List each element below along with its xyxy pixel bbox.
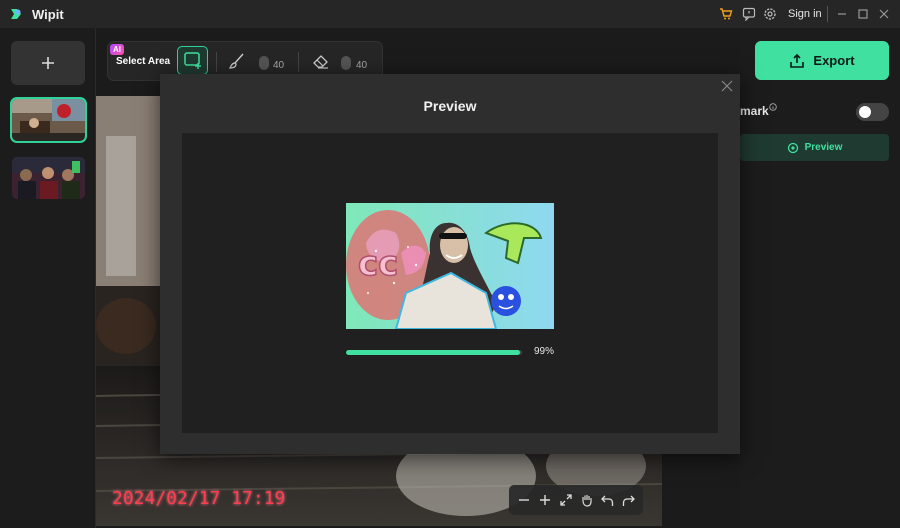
- preview-dialog: Preview cc 99%: [160, 74, 740, 454]
- select-area-button[interactable]: [177, 46, 208, 75]
- title-bar: Wipit Sign in: [0, 0, 900, 28]
- zoom-in-icon[interactable]: [537, 492, 553, 508]
- sign-in-link[interactable]: Sign in: [788, 8, 822, 20]
- redo-icon[interactable]: [621, 492, 637, 508]
- export-progress-fill: [346, 350, 521, 355]
- undo-icon[interactable]: [600, 492, 616, 508]
- eraser-icon[interactable]: [312, 52, 330, 70]
- watermark-label: mark: [740, 104, 769, 118]
- watermark-toggle[interactable]: [856, 103, 889, 121]
- eraser-size-slider[interactable]: [341, 56, 351, 70]
- plus-icon: [42, 57, 54, 69]
- media-sidebar: [0, 28, 96, 528]
- select-area-icon: [184, 52, 201, 69]
- select-area-label[interactable]: Select Area: [116, 56, 170, 67]
- export-button[interactable]: Export: [755, 41, 889, 80]
- preview-button[interactable]: Preview: [740, 134, 889, 161]
- app-window: Wipit Sign in AI Select Area 40 40 2024/…: [0, 0, 900, 528]
- fit-icon[interactable]: [558, 492, 574, 508]
- feedback-icon[interactable]: [742, 7, 756, 21]
- close-dialog-icon[interactable]: [720, 79, 734, 93]
- titlebar-divider: [827, 6, 828, 22]
- info-icon[interactable]: [769, 103, 777, 111]
- zoom-out-icon[interactable]: [516, 492, 532, 508]
- ai-badge: AI: [110, 44, 124, 55]
- logo-icon: [11, 9, 21, 19]
- preview-image: cc: [346, 203, 554, 329]
- right-panel: Export mark Preview: [740, 28, 900, 528]
- export-label: Export: [813, 53, 855, 68]
- export-icon: [790, 53, 805, 68]
- export-progress-text: 99%: [534, 346, 555, 357]
- minimize-icon[interactable]: [835, 7, 849, 21]
- media-thumbnail-2[interactable]: [12, 157, 85, 199]
- settings-icon[interactable]: [763, 7, 777, 21]
- zoom-controls: [509, 485, 643, 515]
- dialog-title: Preview: [423, 98, 477, 114]
- toolbar-divider: [216, 52, 217, 72]
- preview-area: cc 99%: [182, 133, 718, 433]
- cart-icon[interactable]: [719, 7, 733, 21]
- hand-icon[interactable]: [579, 492, 595, 508]
- eye-icon: [787, 142, 798, 153]
- brush-size-slider[interactable]: [259, 56, 269, 70]
- app-title: Wipit: [32, 7, 64, 22]
- graffiti-letters: cc: [358, 244, 398, 284]
- photo-timestamp: 2024/02/17 17:19: [112, 488, 286, 509]
- brush-icon[interactable]: [228, 52, 246, 70]
- maximize-icon[interactable]: [856, 7, 870, 21]
- toolbar-divider: [298, 52, 299, 72]
- preview-button-label: Preview: [804, 142, 843, 153]
- media-thumbnail-1[interactable]: [10, 97, 87, 143]
- eraser-size-value: 40: [356, 60, 368, 71]
- add-media-button[interactable]: [11, 41, 85, 85]
- brush-size-value: 40: [273, 60, 285, 71]
- export-progress-bar: [346, 350, 522, 355]
- close-icon[interactable]: [877, 7, 891, 21]
